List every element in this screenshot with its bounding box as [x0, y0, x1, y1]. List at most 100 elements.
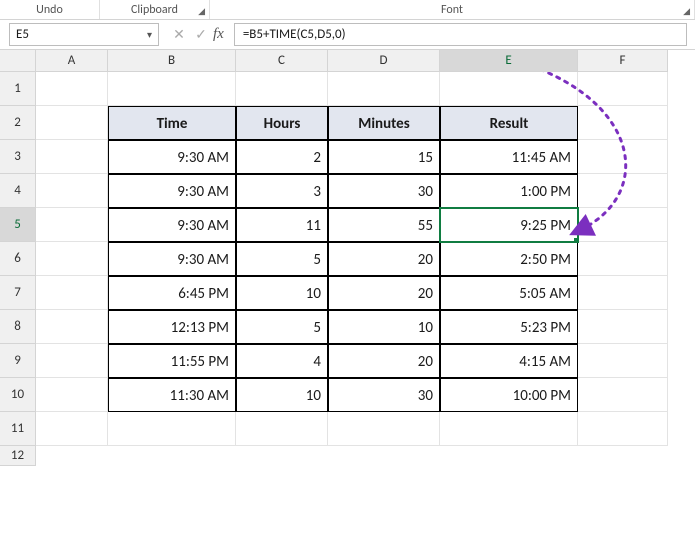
cell-C3[interactable]: 2 — [236, 140, 328, 174]
row-header-12[interactable]: 12 — [0, 446, 36, 466]
cell-E11[interactable] — [440, 412, 578, 446]
row-header-9[interactable]: 9 — [0, 344, 36, 378]
cancel-icon[interactable]: ✕ — [169, 26, 189, 43]
cell-F11[interactable] — [578, 412, 668, 446]
row-header-4[interactable]: 4 — [0, 174, 36, 208]
cell-F5[interactable] — [578, 208, 668, 242]
cell-A7[interactable] — [36, 276, 108, 310]
cell-A8[interactable] — [36, 310, 108, 344]
cell-A10[interactable] — [36, 378, 108, 412]
cell-D9[interactable]: 20 — [328, 344, 440, 378]
cell-B10[interactable]: 11:30 AM — [108, 378, 236, 412]
cell-D10[interactable]: 30 — [328, 378, 440, 412]
cell-C9[interactable]: 4 — [236, 344, 328, 378]
cell-D8[interactable]: 10 — [328, 310, 440, 344]
cell-F4[interactable] — [578, 174, 668, 208]
col-header-E[interactable]: E — [440, 50, 578, 72]
dialog-launcher-icon[interactable]: ◢ — [198, 6, 205, 17]
cell-D6[interactable]: 20 — [328, 242, 440, 276]
cell-F10[interactable] — [578, 378, 668, 412]
row-header-3[interactable]: 3 — [0, 140, 36, 174]
cell-C8[interactable]: 5 — [236, 310, 328, 344]
cell-E2[interactable]: Result — [440, 106, 578, 140]
cell-B3[interactable]: 9:30 AM — [108, 140, 236, 174]
cell-D5[interactable]: 55 — [328, 208, 440, 242]
cell-A1[interactable] — [36, 72, 108, 106]
cell-E3[interactable]: 11:45 AM — [440, 140, 578, 174]
cell-F7[interactable] — [578, 276, 668, 310]
col-header-C[interactable]: C — [236, 50, 328, 72]
cell-A6[interactable] — [36, 242, 108, 276]
formula-bar-input[interactable]: =B5+TIME(C5,D5,0) — [234, 23, 687, 46]
cell-E5[interactable]: 9:25 PM — [440, 208, 578, 242]
cell-C5[interactable]: 11 — [236, 208, 328, 242]
cell-F9[interactable] — [578, 344, 668, 378]
row-headers: 1 2 3 4 5 6 7 8 9 10 11 12 — [0, 72, 36, 466]
row-header-5[interactable]: 5 — [0, 208, 36, 242]
cell-A11[interactable] — [36, 412, 108, 446]
fx-icon[interactable]: fx — [213, 26, 224, 43]
cell-F1[interactable] — [578, 72, 668, 106]
cell-A4[interactable] — [36, 174, 108, 208]
cell-F2[interactable] — [578, 106, 668, 140]
row-header-8[interactable]: 8 — [0, 310, 36, 344]
dialog-launcher-icon[interactable]: ◢ — [683, 6, 690, 17]
cell-E6[interactable]: 2:50 PM — [440, 242, 578, 276]
cell-B7[interactable]: 6:45 PM — [108, 276, 236, 310]
cell-A3[interactable] — [36, 140, 108, 174]
row-header-11[interactable]: 11 — [0, 412, 36, 446]
cell-B2[interactable]: Time — [108, 106, 236, 140]
cell-B8[interactable]: 12:13 PM — [108, 310, 236, 344]
cell-D4[interactable]: 30 — [328, 174, 440, 208]
cell-D3[interactable]: 15 — [328, 140, 440, 174]
cell-F6[interactable] — [578, 242, 668, 276]
row-header-1[interactable]: 1 — [0, 72, 36, 106]
cell-C7[interactable]: 10 — [236, 276, 328, 310]
ribbon-group-clipboard[interactable]: Clipboard ◢ — [100, 0, 210, 19]
cell-E9[interactable]: 4:15 AM — [440, 344, 578, 378]
name-box[interactable]: E5 ▾ — [9, 23, 159, 46]
row-header-2[interactable]: 2 — [0, 106, 36, 140]
cell-D7[interactable]: 20 — [328, 276, 440, 310]
cell-B4[interactable]: 9:30 AM — [108, 174, 236, 208]
confirm-icon[interactable]: ✓ — [191, 26, 211, 43]
cell-A2[interactable] — [36, 106, 108, 140]
select-all-corner[interactable] — [0, 50, 36, 72]
cell-B6[interactable]: 9:30 AM — [108, 242, 236, 276]
cell-C6[interactable]: 5 — [236, 242, 328, 276]
col-header-F[interactable]: F — [578, 50, 668, 72]
cell-D11[interactable] — [328, 412, 440, 446]
row-header-6[interactable]: 6 — [0, 242, 36, 276]
cell-A5[interactable] — [36, 208, 108, 242]
row-header-10[interactable]: 10 — [0, 378, 36, 412]
cell-A9[interactable] — [36, 344, 108, 378]
col-header-B[interactable]: B — [108, 50, 236, 72]
cell-C2[interactable]: Hours — [236, 106, 328, 140]
col-header-A[interactable]: A — [36, 50, 108, 72]
cell-E4[interactable]: 1:00 PM — [440, 174, 578, 208]
cell-B11[interactable] — [108, 412, 236, 446]
cell-F8[interactable] — [578, 310, 668, 344]
ribbon-group-undo[interactable]: Undo — [0, 0, 100, 19]
cell-C10[interactable]: 10 — [236, 378, 328, 412]
cell-C1[interactable] — [236, 72, 328, 106]
col-header-D[interactable]: D — [328, 50, 440, 72]
cell-E7[interactable]: 5:05 AM — [440, 276, 578, 310]
cell-F3[interactable] — [578, 140, 668, 174]
spreadsheet-grid[interactable]: A B C D E F 1 2 3 4 5 6 7 8 9 10 11 12 — [0, 50, 695, 526]
cell-B1[interactable] — [108, 72, 236, 106]
cell-B5[interactable]: 9:30 AM — [108, 208, 236, 242]
cell-area[interactable]: Time Hours Minutes Result 9:30 AM 2 15 1… — [36, 72, 668, 466]
chevron-down-icon[interactable]: ▾ — [147, 28, 152, 41]
name-box-value: E5 — [16, 27, 29, 42]
cell-E10[interactable]: 10:00 PM — [440, 378, 578, 412]
cell-C11[interactable] — [236, 412, 328, 446]
cell-E8[interactable]: 5:23 PM — [440, 310, 578, 344]
row-header-7[interactable]: 7 — [0, 276, 36, 310]
cell-D1[interactable] — [328, 72, 440, 106]
cell-B9[interactable]: 11:55 PM — [108, 344, 236, 378]
ribbon-group-font[interactable]: Font ◢ — [210, 0, 695, 19]
cell-C4[interactable]: 3 — [236, 174, 328, 208]
cell-D2[interactable]: Minutes — [328, 106, 440, 140]
cell-E1[interactable] — [440, 72, 578, 106]
